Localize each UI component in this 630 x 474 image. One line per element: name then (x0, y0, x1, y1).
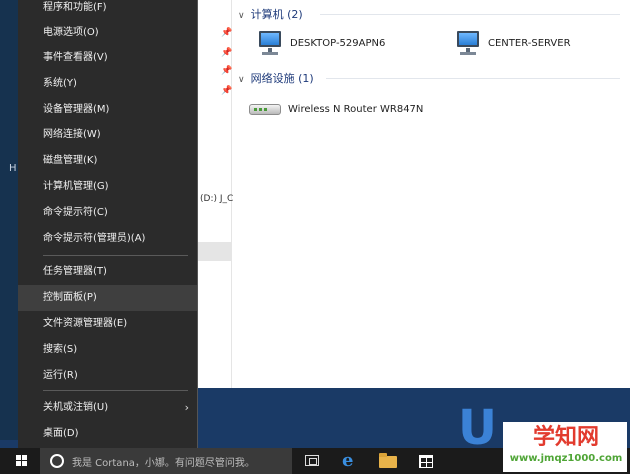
router-name: Wireless N Router WR847N (288, 103, 424, 115)
chevron-down-icon[interactable]: ∨ (238, 75, 245, 85)
menu-item-event-viewer[interactable]: 事件查看器(V) (18, 45, 197, 71)
router-tile[interactable]: Wireless N Router WR847N (248, 99, 423, 119)
section-divider (326, 78, 620, 79)
router-icon (248, 99, 282, 119)
computer-tile[interactable]: DESKTOP-529APN6 (256, 30, 385, 56)
menu-item-network-connections[interactable]: 网络连接(W) (18, 122, 197, 148)
edge-letter: H (9, 163, 17, 174)
menu-item-command-prompt[interactable]: 命令提示符(C) (18, 200, 197, 226)
menu-item-run[interactable]: 运行(R) (18, 363, 197, 389)
watermark-title: 学知网 (532, 425, 599, 450)
menu-item-file-explorer[interactable]: 文件资源管理器(E) (18, 311, 197, 337)
menu-item-programs-features[interactable]: 程序和功能(F) (18, 0, 197, 21)
windows-logo-icon (16, 455, 28, 467)
menu-item-system[interactable]: 系统(Y) (18, 71, 197, 97)
edge-button[interactable]: e (332, 448, 368, 474)
cortana-icon (50, 454, 64, 468)
watermark-logo-icon: U (458, 400, 497, 456)
computer-icon (256, 30, 284, 56)
background-window-edge: H (0, 0, 18, 440)
cortana-search-box[interactable]: 我是 Cortana，小娜。有问题尽管问我。 (40, 448, 292, 474)
menu-item-desktop[interactable]: 桌面(D) (18, 421, 197, 447)
menu-item-command-prompt-admin[interactable]: 命令提示符(管理员)(A) (18, 226, 197, 252)
section-header-network[interactable]: ∨ 网络设施 (1) (238, 70, 314, 86)
computer-name: CENTER-SERVER (488, 37, 571, 49)
nav-selected-item[interactable] (198, 242, 232, 261)
file-explorer-window: 📌 📌 📌 📌 (D:) J_C ∨ 计算机 (2) DESKTOP-529APN… (198, 0, 630, 388)
pin-icon: 📌 (221, 66, 233, 76)
menu-item-computer-management[interactable]: 计算机管理(G) (18, 174, 197, 200)
menu-item-device-manager[interactable]: 设备管理器(M) (18, 97, 197, 123)
pin-icon: 📌 (221, 28, 233, 38)
pin-icon: 📌 (221, 48, 233, 58)
menu-item-task-manager[interactable]: 任务管理器(T) (18, 259, 197, 285)
computer-tile[interactable]: CENTER-SERVER (454, 30, 571, 56)
section-divider (320, 14, 620, 15)
menu-item-search[interactable]: 搜索(S) (18, 337, 197, 363)
menu-item-label: 关机或注销(U) (43, 402, 109, 413)
menu-item-control-panel[interactable]: 控制面板(P) (18, 285, 197, 311)
section-header-label: 计算机 (2) (250, 8, 303, 21)
chevron-right-icon: › (184, 401, 189, 414)
search-placeholder: 我是 Cortana，小娜。有问题尽管问我。 (72, 458, 255, 469)
navigation-pane[interactable]: 📌 📌 📌 📌 (D:) J_C (198, 0, 233, 388)
task-view-button[interactable] (294, 448, 330, 474)
store-icon (419, 455, 433, 468)
store-button[interactable] (408, 448, 444, 474)
menu-item-power-options[interactable]: 电源选项(O) (18, 20, 197, 46)
nav-drive-item[interactable]: (D:) J_C (200, 194, 233, 204)
menu-item-disk-management[interactable]: 磁盘管理(K) (18, 148, 197, 174)
menu-separator (43, 255, 188, 256)
file-explorer-button[interactable] (370, 448, 406, 474)
pin-icon: 📌 (221, 86, 233, 96)
computer-name: DESKTOP-529APN6 (290, 37, 386, 49)
edge-icon: e (342, 450, 354, 471)
menu-item-shutdown-signout[interactable]: 关机或注销(U) › (18, 395, 197, 421)
watermark: 学知网 www.jmqz1000.com (503, 422, 627, 472)
start-button[interactable] (0, 448, 40, 474)
section-header-computers[interactable]: ∨ 计算机 (2) (238, 6, 303, 22)
chevron-down-icon[interactable]: ∨ (238, 11, 245, 21)
task-view-icon (305, 455, 319, 466)
computer-icon (454, 30, 482, 56)
menu-separator (43, 390, 188, 391)
watermark-url: www.jmqz1000.com (509, 453, 623, 464)
folder-icon (379, 453, 397, 468)
section-header-label: 网络设施 (1) (250, 72, 314, 85)
start-context-menu: 程序和功能(F) 电源选项(O) 事件查看器(V) 系统(Y) 设备管理器(M)… (18, 0, 198, 448)
